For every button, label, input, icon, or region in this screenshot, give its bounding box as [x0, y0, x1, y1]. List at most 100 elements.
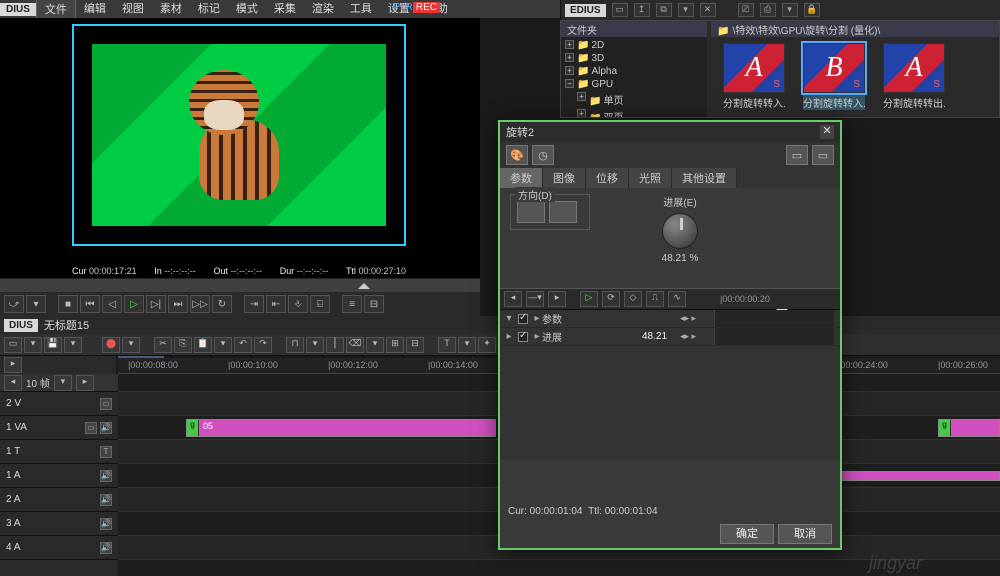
effect-thumb[interactable]: AS 分割旋转转入...: [723, 43, 785, 111]
zoom-dropdown-icon[interactable]: ▾: [54, 375, 72, 391]
stop-icon[interactable]: ■: [58, 295, 78, 313]
tl-new-icon[interactable]: ▭: [4, 337, 22, 353]
nav-up-icon[interactable]: ↥: [634, 3, 650, 17]
play-icon[interactable]: ▷: [124, 295, 144, 313]
ok-button[interactable]: 确定: [720, 524, 774, 544]
zoom-next-icon[interactable]: ▸: [76, 375, 94, 391]
kf-loop-icon[interactable]: ⟳: [602, 291, 620, 307]
tab-light[interactable]: 光照: [629, 168, 672, 188]
kf-add-icon[interactable]: ◇: [624, 291, 642, 307]
collapse-icon[interactable]: −: [565, 79, 574, 88]
menu-mode[interactable]: 模式: [228, 0, 266, 20]
tl-title-icon[interactable]: T: [438, 337, 456, 353]
tree-node-alpha[interactable]: +📁Alpha: [565, 65, 703, 78]
palette-icon[interactable]: 🎨: [506, 145, 528, 165]
extra2-icon[interactable]: ⊟: [364, 295, 384, 313]
tl-ungroup-icon[interactable]: ⊟: [406, 337, 424, 353]
zoom-prev-icon[interactable]: ◂: [4, 375, 22, 391]
kf-line-dropdown-icon[interactable]: —▾: [526, 291, 544, 307]
folder-icon[interactable]: ▭: [612, 3, 628, 17]
extra1-icon[interactable]: ≡: [342, 295, 362, 313]
rewind-icon[interactable]: ⏮: [80, 295, 100, 313]
cancel-button[interactable]: 取消: [778, 524, 832, 544]
tl-dropdown6-icon[interactable]: ▾: [366, 337, 384, 353]
direction-out-button[interactable]: [549, 201, 577, 223]
insert-icon[interactable]: ⎀: [288, 295, 308, 313]
tl-split-icon[interactable]: ⎮: [326, 337, 344, 353]
close-icon[interactable]: ✕: [820, 125, 834, 139]
tree-node-3d[interactable]: +📁3D: [565, 52, 703, 65]
tool2-icon[interactable]: ⎙: [760, 3, 776, 17]
menu-file[interactable]: 文件: [36, 0, 76, 20]
expand-icon[interactable]: ▸: [532, 313, 542, 324]
checkbox-enabled[interactable]: [518, 332, 528, 342]
menu-view[interactable]: 视图: [114, 0, 152, 20]
tl-dropdown7-icon[interactable]: ▾: [458, 337, 476, 353]
kf-nav-icons[interactable]: ◂▸ ▸: [680, 313, 696, 324]
dropdown2-icon[interactable]: ▾: [782, 3, 798, 17]
clip-va1-b[interactable]: g: [938, 419, 1000, 437]
menu-capture[interactable]: 采集: [266, 0, 304, 20]
param-row-root[interactable]: ▾ ▸ 参数 ◂▸ ▸: [500, 310, 840, 328]
track-va1[interactable]: 1 VA ▭🔊: [0, 416, 118, 440]
dropdown-icon[interactable]: ▾: [678, 3, 694, 17]
mark-in-icon[interactable]: ⇥: [244, 295, 264, 313]
preset-save-icon[interactable]: ▭: [786, 145, 808, 165]
menu-marker[interactable]: 标记: [190, 0, 228, 20]
tab-offset[interactable]: 位移: [586, 168, 629, 188]
prev-frame-icon[interactable]: ◁: [102, 295, 122, 313]
tree-node-2d[interactable]: +📁2D: [565, 39, 703, 52]
tl-record-icon[interactable]: ⬤: [102, 337, 120, 353]
tl-ripple-icon[interactable]: ⊓: [286, 337, 304, 353]
tl-group-icon[interactable]: ⊞: [386, 337, 404, 353]
collapse-icon[interactable]: ▾: [504, 313, 514, 324]
param-row-progress[interactable]: ▸ ▸ 进展 48.21 ◂▸ ▸: [500, 328, 840, 346]
menu-edit[interactable]: 编辑: [76, 0, 114, 20]
clip-va1[interactable]: g 05: [186, 419, 496, 437]
menu-tools[interactable]: 工具: [342, 0, 380, 20]
tree-node-gpu-1[interactable]: +📁单页: [565, 91, 703, 108]
preset-load-icon[interactable]: ▭: [812, 145, 834, 165]
tl-dropdown2-icon[interactable]: ▾: [64, 337, 82, 353]
tab-params[interactable]: 参数: [500, 168, 543, 188]
kf-graph-icon[interactable]: ∿: [668, 291, 686, 307]
effect-thumb[interactable]: AS 分割旋转转出...: [883, 43, 945, 111]
speaker-icon[interactable]: 🔊: [100, 470, 112, 482]
loop-icon[interactable]: ↻: [212, 295, 232, 313]
menu-clip[interactable]: 素材: [152, 0, 190, 20]
lock-icon[interactable]: 🔒: [804, 3, 820, 17]
expand-icon[interactable]: ▸: [532, 331, 542, 342]
tab-image[interactable]: 图像: [543, 168, 586, 188]
checkbox-enabled[interactable]: [518, 314, 528, 324]
tl-cut-icon[interactable]: ✂: [154, 337, 172, 353]
tool1-icon[interactable]: ⎚: [738, 3, 754, 17]
video-icon[interactable]: ▭: [85, 422, 97, 434]
speaker-icon[interactable]: 🔊: [100, 494, 112, 506]
close-icon[interactable]: ✕: [700, 3, 716, 17]
speaker-icon[interactable]: 🔊: [100, 422, 112, 434]
expand-icon[interactable]: +: [565, 53, 574, 62]
tree-node-gpu-2[interactable]: +📁双页: [565, 108, 703, 117]
set-out-icon[interactable]: ▾: [26, 295, 46, 313]
seq-expand-icon[interactable]: ▸: [4, 357, 22, 373]
clip-a1[interactable]: [838, 471, 1000, 481]
track-a1[interactable]: 1 A 🔊: [0, 464, 118, 488]
expand-icon[interactable]: ▸: [504, 331, 514, 342]
expand-icon[interactable]: +: [565, 40, 574, 49]
dialog-titlebar[interactable]: 旋转2 ✕: [500, 122, 840, 142]
track-a2[interactable]: 2 A 🔊: [0, 488, 118, 512]
tl-delete-icon[interactable]: ⌫: [346, 337, 364, 353]
track-a4[interactable]: 4 A 🔊: [0, 536, 118, 560]
expand-icon[interactable]: +: [565, 66, 574, 75]
kf-prev-icon[interactable]: ◂: [504, 291, 522, 307]
kf-track[interactable]: [714, 328, 834, 345]
set-in-icon[interactable]: ⤻: [4, 295, 24, 313]
expand-icon[interactable]: +: [577, 109, 586, 117]
tl-dropdown3-icon[interactable]: ▾: [122, 337, 140, 353]
speaker-icon[interactable]: 🔊: [100, 542, 112, 554]
menu-render[interactable]: 渲染: [304, 0, 342, 20]
kf-next-icon[interactable]: ▸: [548, 291, 566, 307]
tl-redo-icon[interactable]: ↷: [254, 337, 272, 353]
tl-dropdown1-icon[interactable]: ▾: [24, 337, 42, 353]
scrub-bar[interactable]: [0, 278, 480, 292]
